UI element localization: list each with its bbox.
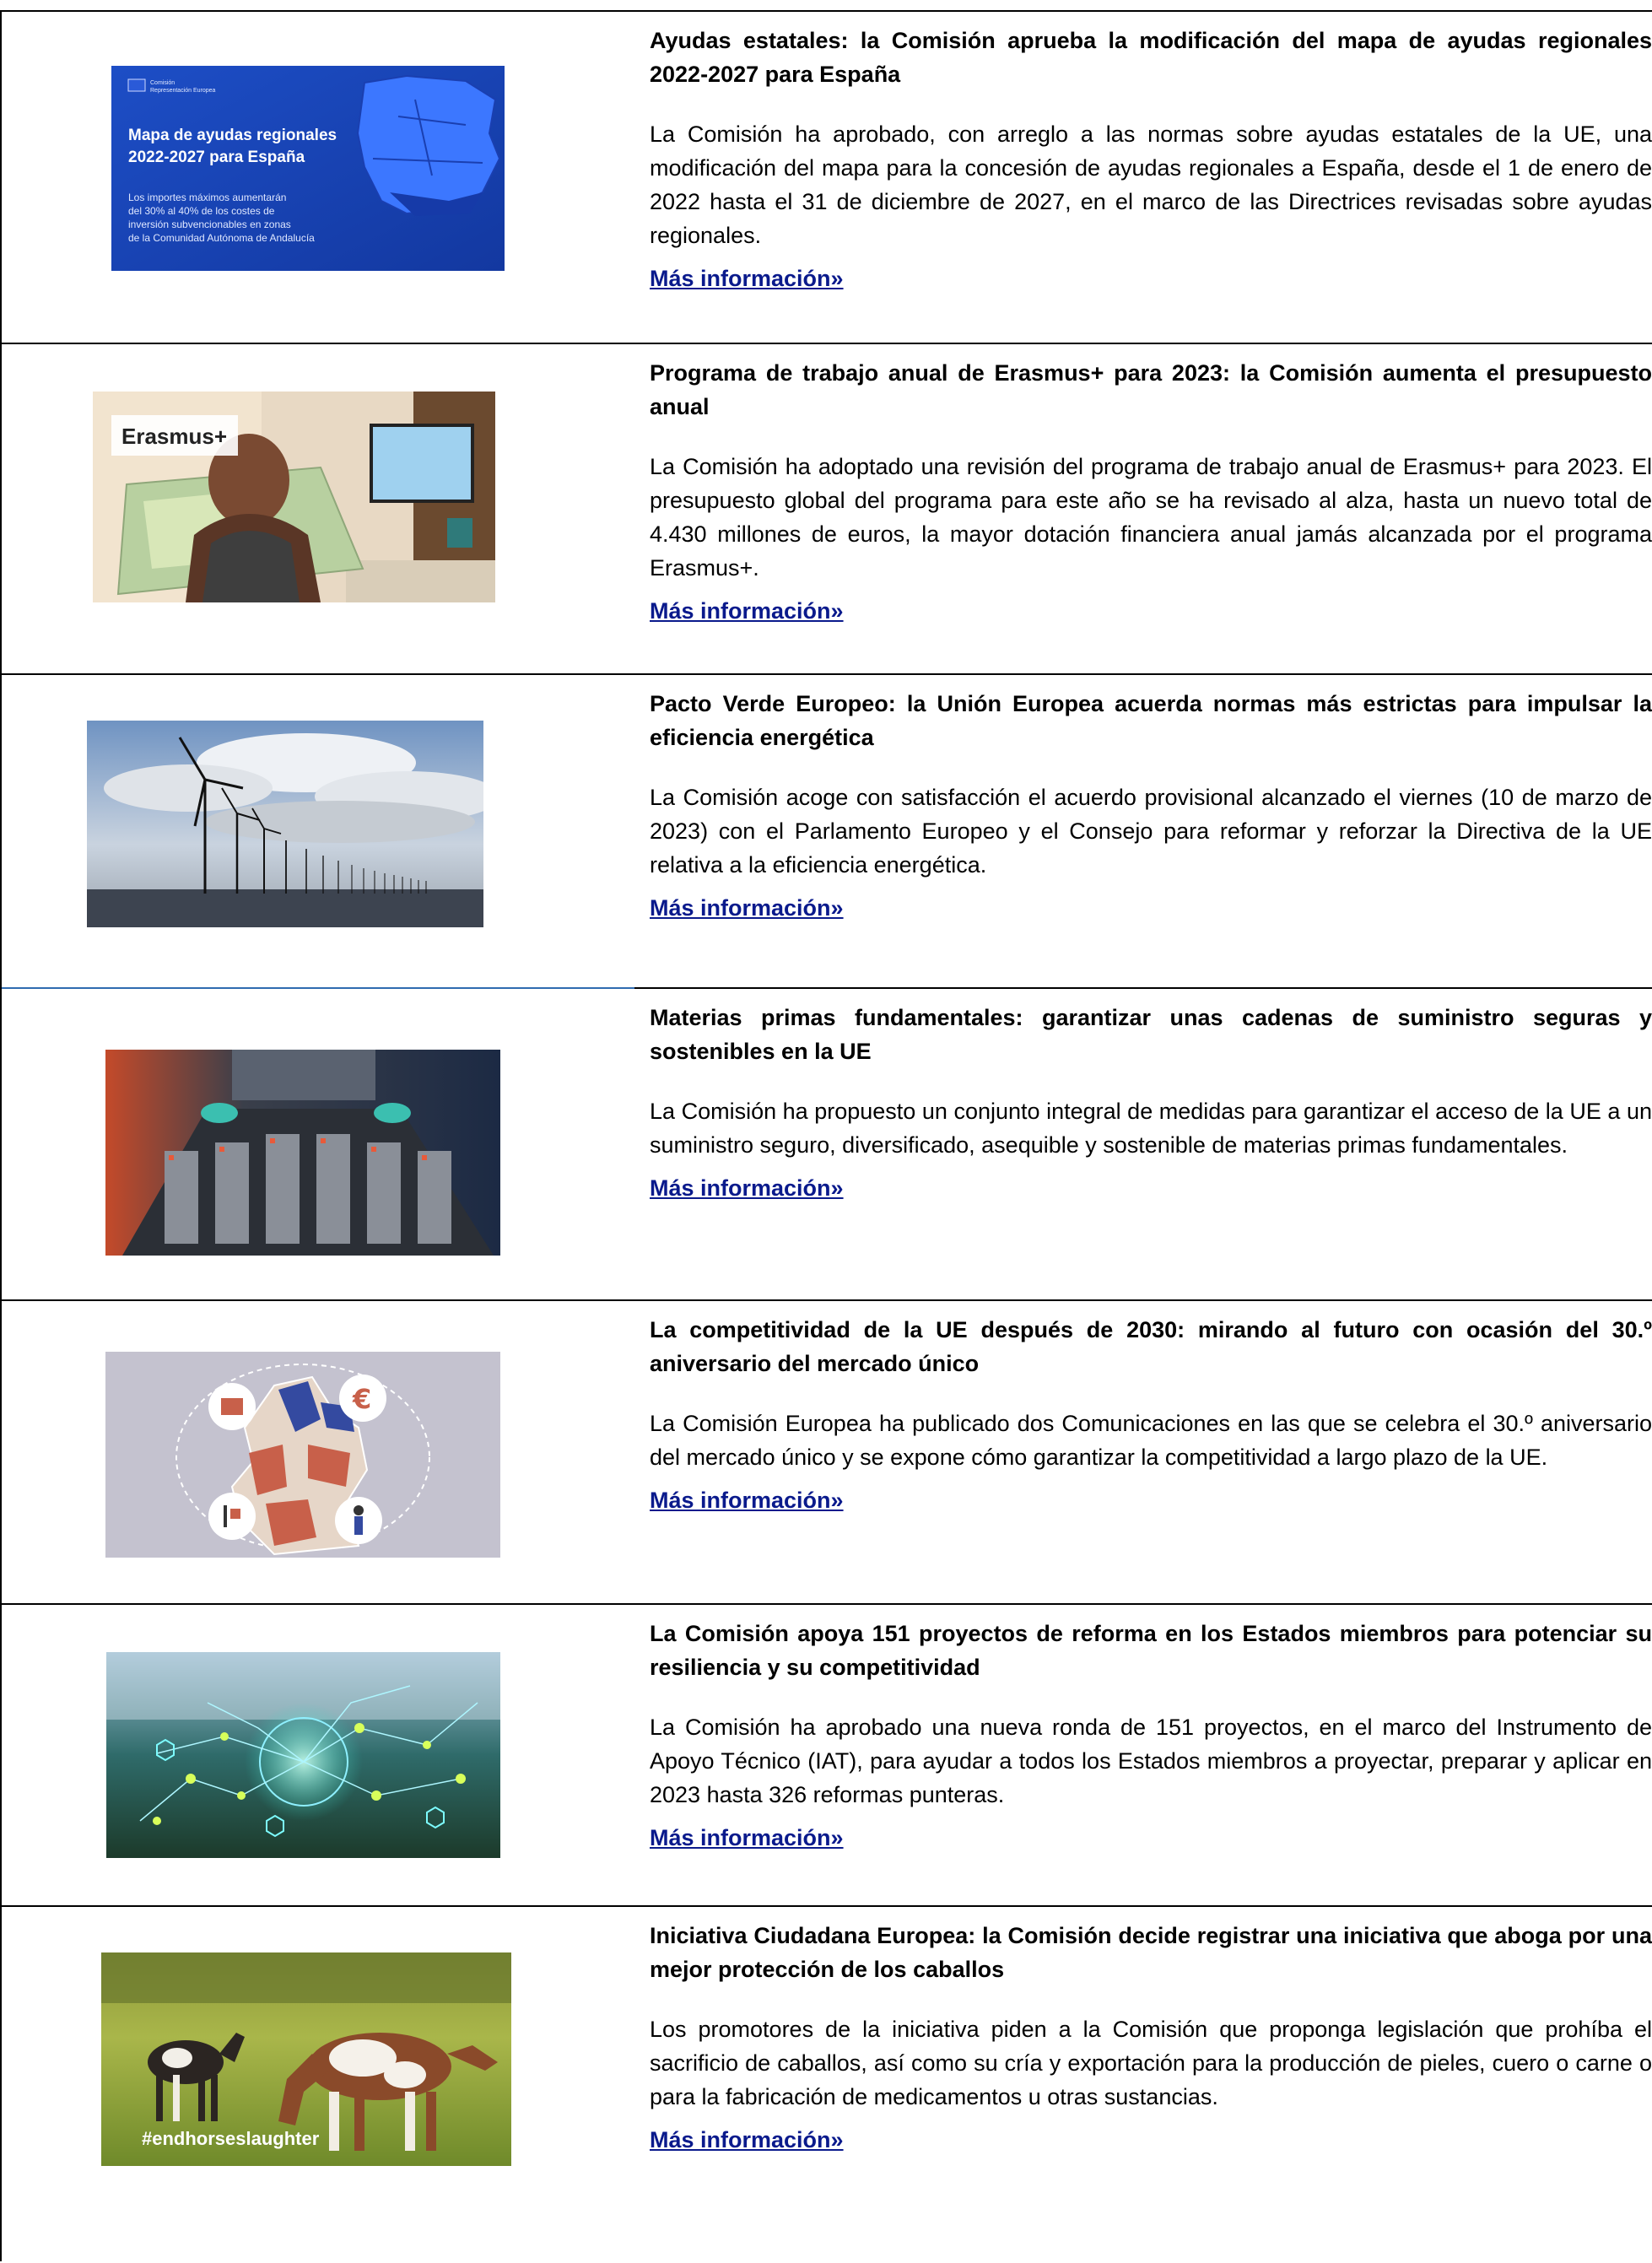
article-title: Iniciativa Ciudadana Europea: la Comisió… <box>650 1923 1652 1982</box>
more-info-link[interactable]: Más información» <box>650 1485 844 1515</box>
article-summary: La Comisión acoge con satisfacción el ac… <box>650 785 1652 878</box>
article-title: Ayudas estatales: la Comisión aprueba la… <box>650 28 1652 87</box>
news-item-single-market: € La competitividad de la UE después de … <box>2 1301 1652 1605</box>
article-title: Pacto Verde Europeo: la Unión Europea ac… <box>650 691 1652 750</box>
article-text: Ayudas estatales: la Comisión aprueba la… <box>650 24 1652 294</box>
more-info-link[interactable]: Más información» <box>650 1823 844 1853</box>
news-item-horse-protection: #endhorseslaughter Iniciativa Ciudadana … <box>2 1907 1652 2263</box>
news-item-energy-efficiency: Pacto Verde Europeo: la Unión Europea ac… <box>2 675 1652 989</box>
more-info-link[interactable]: Más información» <box>650 893 844 923</box>
article-thumbnail-wind-turbines[interactable] <box>87 721 483 927</box>
article-text: La Comisión apoya 151 proyectos de refor… <box>650 1617 1652 1853</box>
article-title: La Comisión apoya 151 proyectos de refor… <box>650 1621 1652 1680</box>
article-title: Materias primas fundamentales: garantiza… <box>650 1005 1652 1064</box>
article-text: Pacto Verde Europeo: la Unión Europea ac… <box>650 687 1652 923</box>
more-info-link[interactable]: Más información» <box>650 2125 844 2155</box>
article-summary: La Comisión ha aprobado una nueva ronda … <box>650 1715 1652 1807</box>
image-hashtag: #endhorseslaughter <box>142 2128 320 2149</box>
news-item-reform-projects: La Comisión apoya 151 proyectos de refor… <box>2 1605 1652 1907</box>
article-title: La competitividad de la UE después de 20… <box>650 1317 1652 1376</box>
article-thumbnail-erasmus[interactable]: Erasmus+ <box>93 392 495 602</box>
image-org-line1: Comisión <box>150 80 175 86</box>
image-erasmus-label: Erasmus+ <box>121 424 227 449</box>
article-thumbnail-horses[interactable]: #endhorseslaughter <box>101 1952 511 2166</box>
image-caption-line3: inversión subvencionables en zonas <box>128 219 291 230</box>
image-caption-line4: de la Comunidad Autónoma de Andalucía <box>128 232 315 244</box>
image-heading-line2: 2022-2027 para España <box>128 149 305 166</box>
image-org-line2: Representación Europea <box>150 88 216 94</box>
article-summary: La Comisión Europea ha publicado dos Com… <box>650 1411 1652 1470</box>
article-thumbnail-single-market[interactable]: € <box>105 1352 500 1558</box>
more-info-link[interactable]: Más información» <box>650 263 844 294</box>
article-thumbnail-technical-support[interactable] <box>106 1652 500 1858</box>
news-item-raw-materials: Materias primas fundamentales: garantiza… <box>2 989 1652 1301</box>
article-text: Iniciativa Ciudadana Europea: la Comisió… <box>650 1919 1652 2155</box>
more-info-link[interactable]: Más información» <box>650 596 844 626</box>
article-text: Materias primas fundamentales: garantiza… <box>650 1001 1652 1203</box>
image-euro-symbol: € <box>352 1383 371 1415</box>
news-item-regional-aid: Comisión Representación Europea Mapa de … <box>2 12 1652 344</box>
image-caption-line1: Los importes máximos aumentarán <box>128 192 286 203</box>
article-title: Programa de trabajo anual de Erasmus+ pa… <box>650 360 1652 419</box>
news-item-erasmus: Erasmus+ Programa de trabajo anual de Er… <box>2 344 1652 675</box>
article-thumbnail-regional-aid-map[interactable]: Comisión Representación Europea Mapa de … <box>111 66 505 271</box>
article-text: La competitividad de la UE después de 20… <box>650 1313 1652 1515</box>
image-caption-line2: del 30% al 40% de los costes de <box>128 205 275 217</box>
article-text: Programa de trabajo anual de Erasmus+ pa… <box>650 356 1652 626</box>
article-summary: La Comisión ha adoptado una revisión del… <box>650 454 1652 581</box>
image-heading-line1: Mapa de ayudas regionales <box>128 127 337 144</box>
article-summary: Los promotores de la iniciativa piden a … <box>650 2017 1652 2109</box>
article-thumbnail-batteries[interactable] <box>105 1050 500 1256</box>
newsletter-page: Comisión Representación Europea Mapa de … <box>0 10 1652 2261</box>
more-info-link[interactable]: Más información» <box>650 1173 844 1203</box>
article-summary: La Comisión ha aprobado, con arreglo a l… <box>650 122 1652 248</box>
article-summary: La Comisión ha propuesto un conjunto int… <box>650 1099 1652 1158</box>
